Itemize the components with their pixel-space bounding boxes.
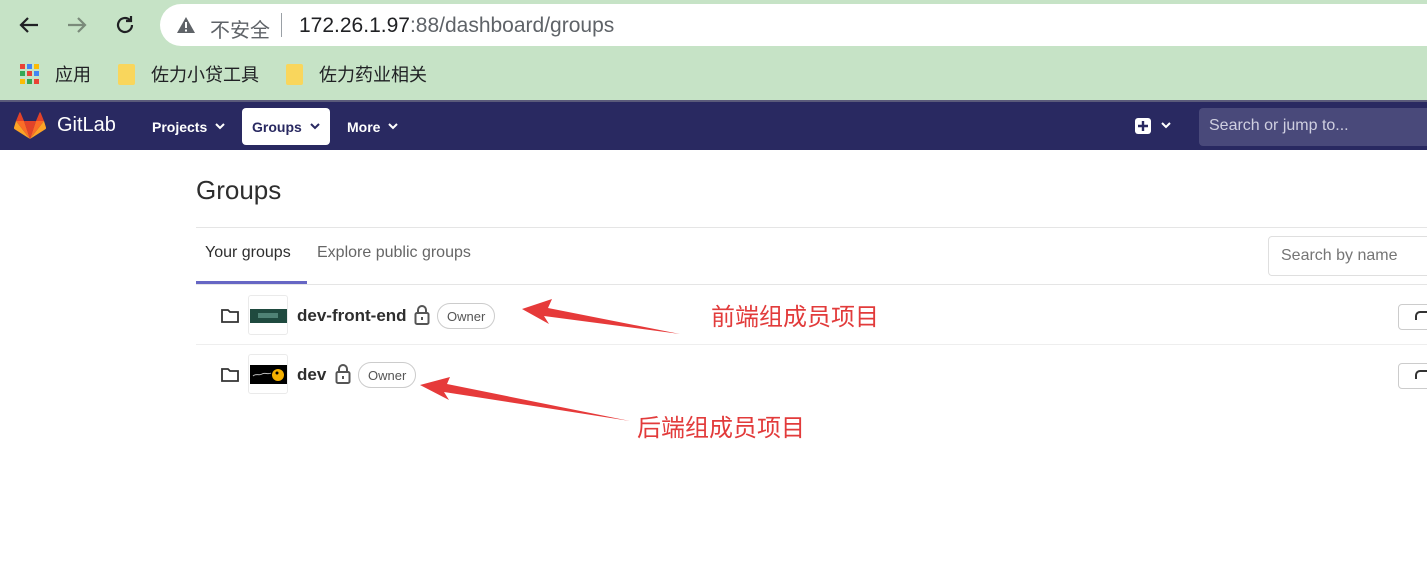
annotation-arrow-1: [522, 299, 680, 334]
annotation-frontend: 前端组成员项目: [711, 303, 879, 331]
annotation-arrows: [420, 299, 680, 421]
annotation-arrow-2: [420, 377, 630, 421]
annotation-backend: 后端组成员项目: [637, 414, 805, 442]
